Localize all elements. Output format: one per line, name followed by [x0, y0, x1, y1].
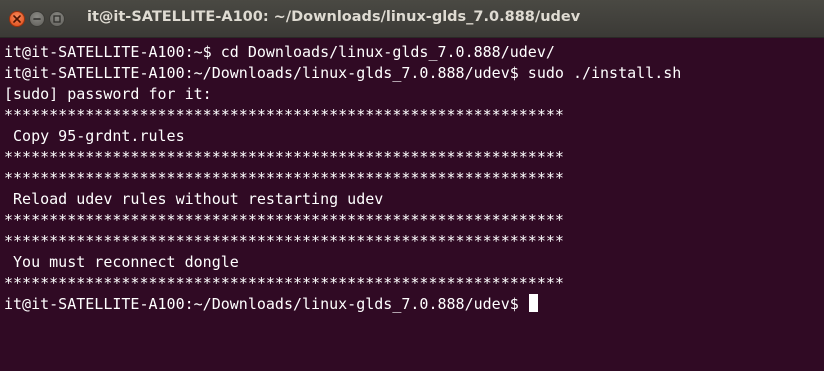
- maximize-button[interactable]: [49, 11, 65, 27]
- prompt-line[interactable]: it@it-SATELLITE-A100:~/Downloads/linux-g…: [4, 294, 824, 315]
- maximize-icon: [53, 15, 61, 23]
- shell-prompt: it@it-SATELLITE-A100:~/Downloads/linux-g…: [4, 295, 528, 313]
- minimize-button[interactable]: [29, 11, 45, 27]
- minimize-icon: [33, 18, 41, 20]
- terminal-line: Reload udev rules without restarting ude…: [4, 190, 384, 208]
- terminal-line: Copy 95-grdnt.rules: [4, 127, 185, 145]
- terminal-line: ****************************************…: [4, 232, 564, 250]
- terminal-line: it@it-SATELLITE-A100:~$ cd Downloads/lin…: [4, 43, 555, 61]
- terminal-line: ****************************************…: [4, 169, 564, 187]
- terminal-line: You must reconnect dongle: [4, 253, 239, 271]
- title-bar[interactable]: it@it-SATELLITE-A100: ~/Downloads/linux-…: [0, 0, 824, 38]
- terminal-line: ****************************************…: [4, 211, 564, 229]
- window-controls: [9, 11, 65, 27]
- close-icon: [13, 15, 21, 23]
- terminal-window: it@it-SATELLITE-A100: ~/Downloads/linux-…: [0, 0, 824, 371]
- terminal-line: ****************************************…: [4, 148, 564, 166]
- window-title: it@it-SATELLITE-A100: ~/Downloads/linux-…: [87, 9, 581, 25]
- close-button[interactable]: [9, 11, 25, 27]
- text-cursor: [528, 294, 538, 312]
- terminal-line: [sudo] password for it:: [4, 85, 212, 103]
- terminal-line: ****************************************…: [4, 274, 564, 292]
- terminal-output[interactable]: it@it-SATELLITE-A100:~$ cd Downloads/lin…: [0, 38, 824, 371]
- terminal-line: ****************************************…: [4, 106, 564, 124]
- terminal-line: it@it-SATELLITE-A100:~/Downloads/linux-g…: [4, 64, 682, 82]
